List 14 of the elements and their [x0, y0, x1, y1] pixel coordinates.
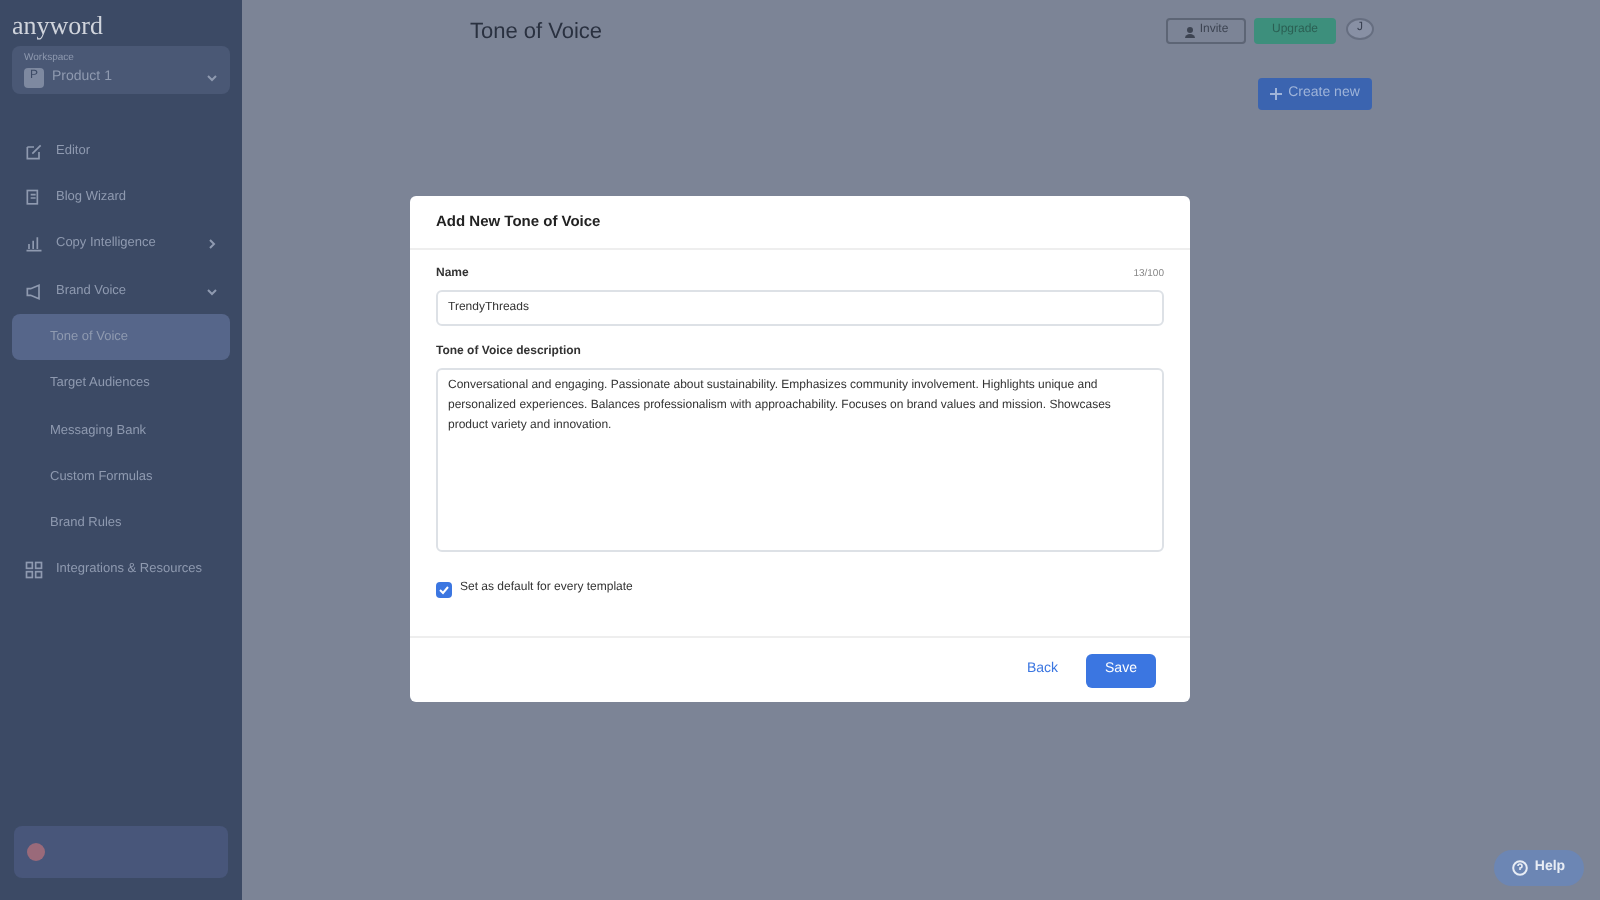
chart-icon	[24, 234, 44, 255]
grid-icon	[24, 560, 44, 581]
chevron-right-icon	[206, 238, 218, 251]
megaphone-icon	[24, 281, 44, 302]
logo: anyword	[12, 12, 105, 38]
document-icon	[24, 187, 44, 208]
help-icon	[1512, 860, 1529, 876]
user-icon	[1183, 25, 1196, 37]
checkbox[interactable]	[436, 581, 452, 597]
plus-icon	[1270, 88, 1283, 100]
edit-icon	[24, 141, 44, 162]
chevron-down-icon	[206, 285, 218, 298]
page-title: Tone of Voice	[470, 18, 603, 48]
chevron-down-icon	[206, 71, 218, 84]
